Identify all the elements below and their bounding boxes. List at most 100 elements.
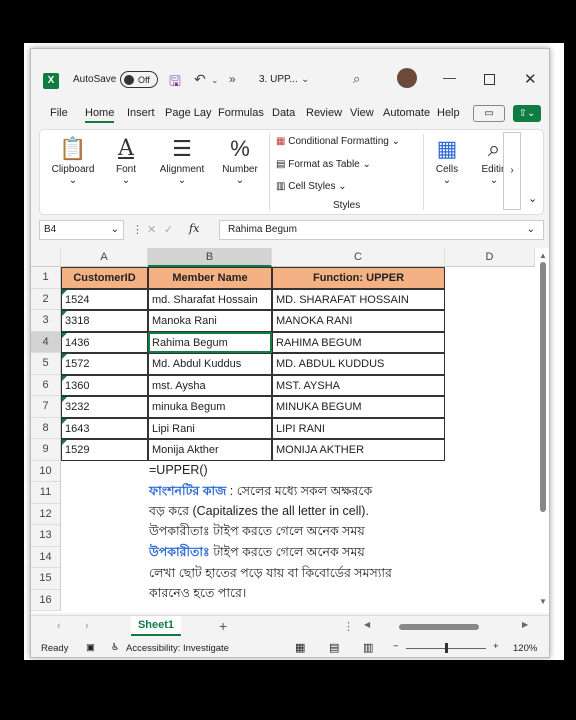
more-icon[interactable]: ⋮ (132, 223, 143, 236)
row-header[interactable]: 5 (31, 353, 61, 375)
table-header-cell[interactable]: Member Name (148, 267, 272, 289)
column-header-c[interactable]: C (272, 248, 445, 267)
cells-group[interactable]: ▦ Cells ⌄ (430, 134, 464, 186)
formula-input[interactable]: Rahima Begum ⌄ (219, 220, 544, 240)
row-header[interactable]: 1 (31, 267, 61, 289)
horizontal-scroll-thumb[interactable] (399, 624, 479, 630)
tab-formulas[interactable]: Formulas (218, 107, 264, 119)
tab-file[interactable]: File (50, 107, 68, 119)
macro-record-icon[interactable]: ▣ (86, 642, 95, 653)
table-cell[interactable]: minuka Begum (148, 396, 272, 418)
avatar[interactable] (397, 68, 417, 88)
autosave-toggle[interactable]: Off (120, 71, 158, 88)
insert-function-icon[interactable]: fx (189, 222, 199, 235)
page-break-view-icon[interactable]: ▥ (363, 641, 373, 654)
column-header-b[interactable]: B (148, 248, 272, 267)
alignment-group[interactable]: ☰ Alignment ⌄ (155, 134, 209, 186)
cancel-icon[interactable]: ✕ (147, 223, 156, 236)
more-icon[interactable]: ⋮ (343, 620, 354, 633)
ribbon-scroll-right-button[interactable]: › (503, 132, 521, 210)
select-all-corner[interactable] (31, 248, 61, 267)
table-header-cell[interactable]: CustomerID (61, 267, 148, 289)
vertical-scroll-thumb[interactable] (540, 262, 546, 512)
table-cell[interactable]: 1572 (61, 353, 148, 375)
format-as-table-button[interactable]: ▤ Format as Table ⌄ (276, 159, 371, 170)
page-layout-view-icon[interactable]: ▤ (329, 641, 339, 654)
table-cell[interactable]: MINUKA BEGUM (272, 396, 445, 418)
row-header[interactable]: 3 (31, 310, 61, 332)
accessibility-icon[interactable]: ♿ (111, 642, 120, 653)
zoom-level[interactable]: 120% (513, 643, 537, 654)
row-header[interactable]: 14 (31, 546, 61, 568)
minimize-icon[interactable]: — (443, 70, 456, 85)
table-cell[interactable]: Monija Akther (148, 439, 272, 461)
maximize-icon[interactable] (484, 74, 495, 85)
row-header[interactable]: 12 (31, 503, 61, 525)
table-cell[interactable]: MST. AYSHA (272, 374, 445, 396)
tab-review[interactable]: Review (306, 107, 342, 119)
table-cell[interactable]: 3318 (61, 310, 148, 332)
tab-automate[interactable]: Automate (383, 107, 430, 119)
row-header[interactable]: 11 (31, 482, 61, 504)
zoom-slider-thumb[interactable] (445, 643, 448, 653)
font-group[interactable]: A Font ⌄ (110, 134, 142, 186)
comments-button[interactable]: ▭ (473, 105, 505, 122)
table-cell[interactable]: MD. ABDUL KUDDUS (272, 353, 445, 375)
sheet-tab-sheet1[interactable]: Sheet1 (131, 616, 181, 636)
undo-icon[interactable]: ↶ (194, 71, 206, 88)
scroll-right-icon[interactable]: ▶ (522, 620, 528, 629)
close-icon[interactable]: ✕ (524, 70, 537, 88)
tab-help[interactable]: Help (437, 107, 460, 119)
add-sheet-icon[interactable]: + (219, 618, 227, 634)
table-cell[interactable]: 1529 (61, 439, 148, 461)
row-header[interactable]: 16 (31, 589, 61, 611)
zoom-out-icon[interactable]: − (393, 641, 399, 652)
conditional-formatting-button[interactable]: ▦ Conditional Formatting ⌄ (276, 136, 400, 147)
scroll-up-icon[interactable]: ▲ (537, 251, 549, 260)
prev-sheet-icon[interactable]: ‹ (57, 620, 61, 632)
tab-home[interactable]: Home (85, 107, 115, 123)
column-header-a[interactable]: A (61, 248, 148, 267)
scroll-left-icon[interactable]: ◀ (364, 620, 370, 629)
table-cell[interactable]: Lipi Rani (148, 417, 272, 439)
normal-view-icon[interactable]: ▦ (295, 641, 305, 654)
table-cell[interactable]: Manoka Rani (148, 310, 272, 332)
row-header[interactable]: 4 (31, 331, 61, 353)
number-group[interactable]: % Number ⌄ (218, 134, 262, 186)
table-cell[interactable]: 1643 (61, 417, 148, 439)
row-header[interactable]: 10 (31, 460, 61, 482)
row-header[interactable]: 6 (31, 374, 61, 396)
next-sheet-icon[interactable]: › (85, 620, 89, 632)
search-icon[interactable]: ⌕ (353, 71, 360, 87)
row-header[interactable]: 15 (31, 568, 61, 590)
row-header[interactable]: 7 (31, 396, 61, 418)
cell-styles-button[interactable]: ▥ Cell Styles ⌄ (276, 181, 347, 192)
scroll-down-icon[interactable]: ▼ (537, 597, 549, 606)
name-box[interactable]: B4 ⌄ (39, 220, 124, 240)
column-header-d[interactable]: D (445, 248, 535, 267)
table-cell[interactable]: MONIJA AKTHER (272, 439, 445, 461)
zoom-in-icon[interactable]: + (493, 641, 499, 652)
tab-page-layout[interactable]: Page Lay (165, 107, 211, 119)
table-cell[interactable]: MANOKA RANI (272, 310, 445, 332)
clipboard-group[interactable]: 📋 Clipboard ⌄ (48, 134, 98, 186)
table-cell[interactable]: RAHIMA BEGUM (272, 331, 445, 353)
accessibility-status[interactable]: Accessibility: Investigate (126, 643, 229, 654)
tab-data[interactable]: Data (272, 107, 295, 119)
undo-dropdown-icon[interactable]: ⌄ (211, 75, 219, 86)
row-header[interactable]: 13 (31, 525, 61, 547)
row-header[interactable]: 8 (31, 417, 61, 439)
tab-view[interactable]: View (350, 107, 374, 119)
table-cell[interactable]: Rahima Begum (148, 331, 272, 353)
more-commands-icon[interactable]: » (229, 72, 236, 86)
file-name[interactable]: 3. UPP... (259, 74, 298, 85)
table-cell[interactable]: 3232 (61, 396, 148, 418)
vertical-scrollbar[interactable]: ▲ ▼ (537, 251, 549, 606)
table-cell[interactable]: 1436 (61, 331, 148, 353)
filename-dropdown-icon[interactable]: ⌄ (301, 74, 309, 85)
row-header[interactable]: 2 (31, 288, 61, 310)
enter-icon[interactable]: ✓ (164, 223, 173, 236)
table-cell[interactable]: MD. SHARAFAT HOSSAIN (272, 288, 445, 310)
save-icon[interactable]: 🖫 (169, 71, 181, 95)
share-button[interactable]: ⇧⌄ (513, 105, 541, 122)
